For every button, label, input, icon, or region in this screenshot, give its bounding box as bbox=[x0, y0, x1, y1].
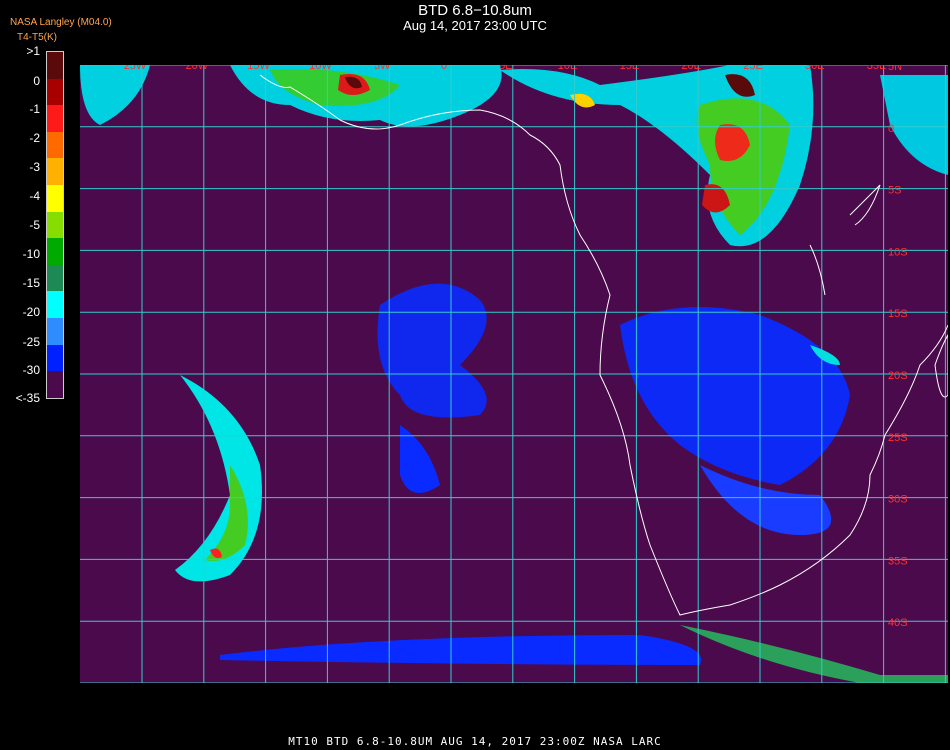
longitude-label: 20E bbox=[681, 65, 701, 72]
latitude-label: 5S bbox=[888, 185, 901, 197]
latitude-label: 20S bbox=[888, 370, 908, 382]
colorbar-segment bbox=[47, 158, 63, 186]
latitude-label: 5N bbox=[888, 65, 902, 73]
colorbar-segment bbox=[47, 264, 63, 292]
colorbar-tick-label: -2 bbox=[29, 131, 40, 145]
colorbar-segment bbox=[47, 318, 63, 345]
satellite-map: 25W 20W 15W 10W 5W 0 5E 10E 15E 20E 25E 30E 35E 5N 0 5… bbox=[80, 65, 948, 683]
image-title: BTD 6.8−10.8um bbox=[418, 2, 532, 19]
colorbar-tick-label: -10 bbox=[22, 247, 40, 261]
latitude-label: 10S bbox=[888, 246, 908, 258]
colorbar-tick-label: -4 bbox=[29, 189, 40, 203]
colorbar-tick-label: <-35 bbox=[15, 391, 40, 405]
longitude-label: 25E bbox=[743, 65, 763, 72]
longitude-label: 10W bbox=[309, 65, 332, 72]
latitude-label: 25S bbox=[888, 432, 908, 444]
colorbar-segment bbox=[47, 371, 63, 398]
units-label: T4-T5(K) bbox=[17, 32, 57, 43]
latitude-label: 35S bbox=[888, 555, 908, 567]
longitude-label: 25W bbox=[124, 65, 147, 72]
latitude-label: 30S bbox=[888, 494, 908, 506]
colorbar-tick-label: -30 bbox=[22, 363, 40, 377]
colorbar-segment bbox=[47, 105, 63, 132]
colorbar-segment bbox=[47, 131, 63, 159]
colorbar-tick-label: -5 bbox=[29, 218, 40, 232]
colorbar-segment bbox=[47, 211, 63, 239]
colorbar-segment bbox=[47, 185, 63, 212]
latitude-label: 15S bbox=[888, 308, 908, 320]
colorbar-segment bbox=[47, 238, 63, 265]
colorbar-segment bbox=[47, 78, 63, 106]
colorbar-tick-label: -15 bbox=[22, 276, 40, 290]
colorbar-segment bbox=[47, 52, 63, 79]
credit-label: NASA Langley (M04.0) bbox=[10, 17, 112, 28]
colorbar-tick-label: 0 bbox=[33, 74, 40, 88]
image-timestamp: Aug 14, 2017 23:00 UTC bbox=[403, 18, 547, 33]
longitude-label: 0 bbox=[441, 65, 447, 72]
longitude-label: 5W bbox=[374, 65, 391, 72]
longitude-label: 15E bbox=[620, 65, 640, 72]
longitude-label: 5E bbox=[499, 65, 512, 72]
colorbar-tick-label: -20 bbox=[22, 305, 40, 319]
longitude-label: 30E bbox=[805, 65, 825, 72]
colorbar-segment bbox=[47, 344, 63, 372]
longitude-label: 35E bbox=[867, 65, 887, 72]
latitude-label: 40S bbox=[888, 617, 908, 629]
longitude-label: 10E bbox=[558, 65, 578, 72]
latitude-label: 0 bbox=[888, 123, 894, 135]
colorbar-segment bbox=[47, 291, 63, 319]
colorbar-tick-label: -3 bbox=[29, 160, 40, 174]
footer-caption: MT10 BTD 6.8-10.8UM AUG 14, 2017 23:00Z … bbox=[288, 735, 662, 748]
longitude-label: 15W bbox=[247, 65, 270, 72]
colorbar bbox=[46, 51, 64, 399]
colorbar-tick-label: -25 bbox=[22, 335, 40, 349]
colorbar-tick-label: -1 bbox=[29, 102, 40, 116]
colorbar-tick-label: >1 bbox=[26, 44, 40, 58]
longitude-label: 20W bbox=[185, 65, 208, 72]
